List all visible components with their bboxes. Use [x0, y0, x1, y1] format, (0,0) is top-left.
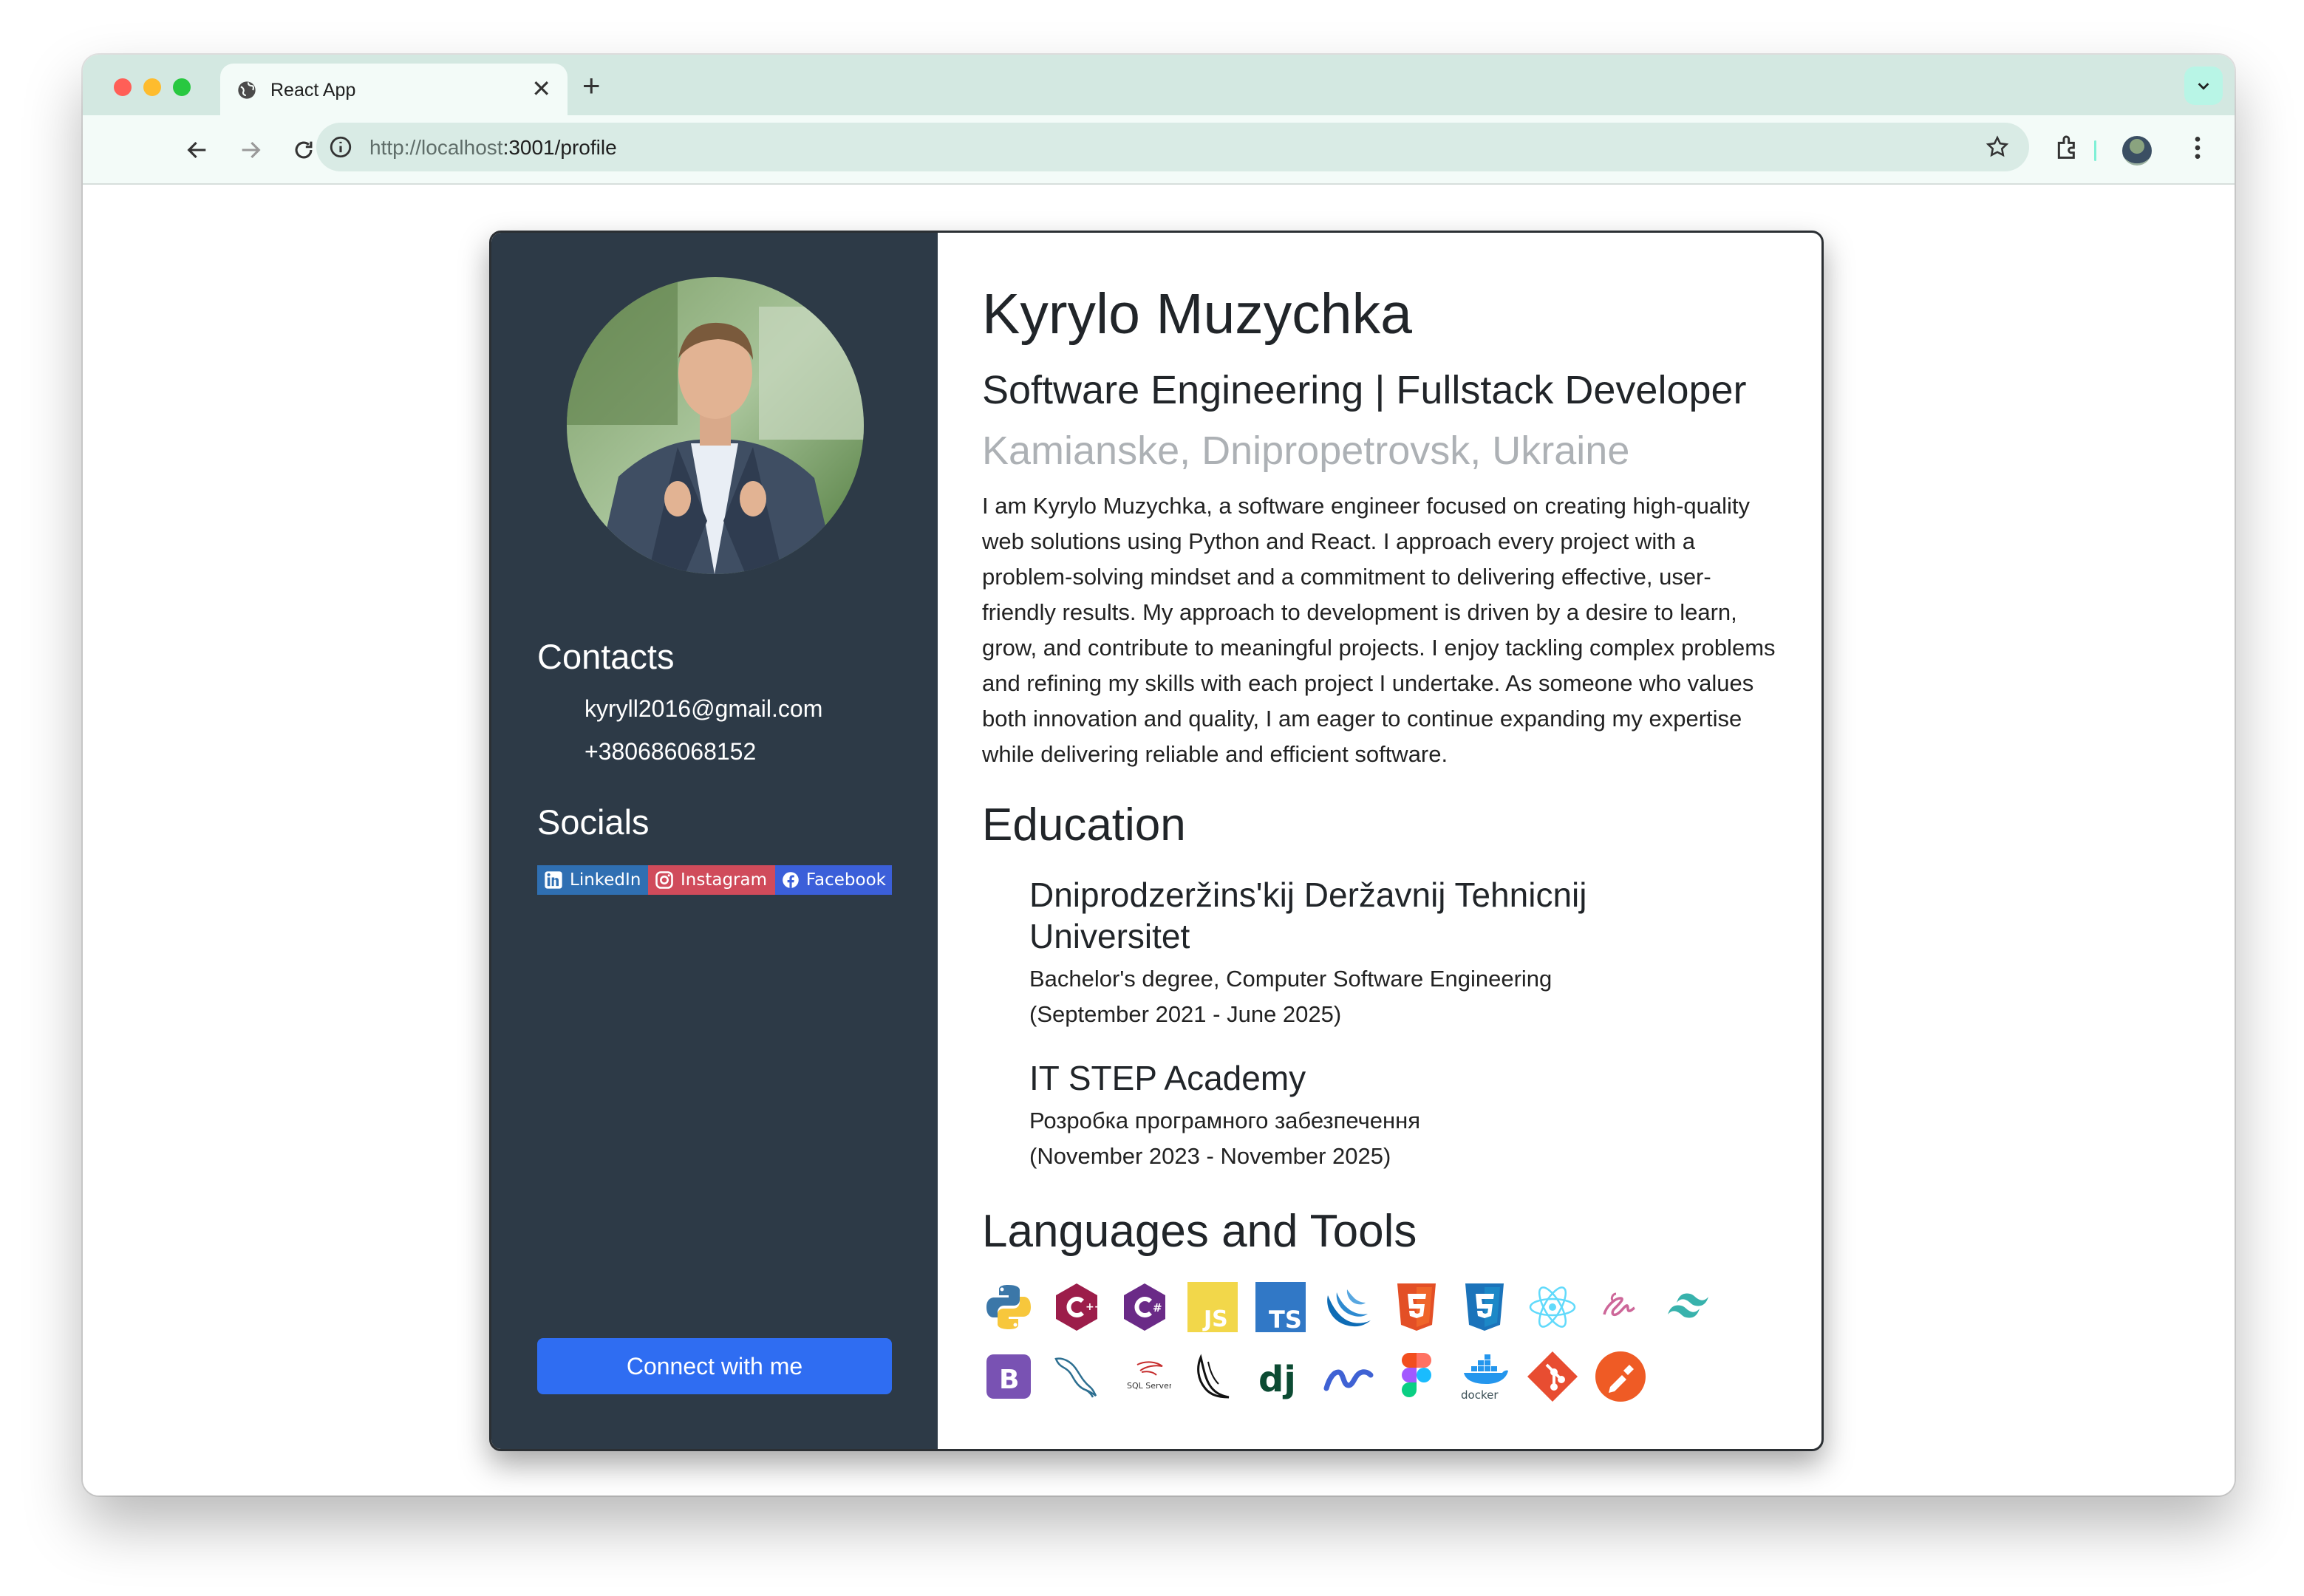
bookmark-star-icon[interactable]	[1985, 134, 2010, 160]
new-tab-button[interactable]: +	[582, 65, 601, 106]
linkedin-icon	[545, 871, 562, 889]
site-info-icon[interactable]	[328, 134, 353, 160]
bootstrap-icon-label: B	[999, 1365, 1019, 1395]
email-link[interactable]: kyryll2016@gmail.com	[584, 695, 822, 723]
instagram-label: Instagram	[681, 870, 768, 890]
browser-window: React App ✕ + http://localhost:3001/prof…	[83, 55, 2235, 1496]
socials-heading: Socials	[537, 802, 650, 842]
education-heading: Education	[982, 799, 1186, 850]
close-window-button[interactable]	[114, 78, 132, 96]
url-path: :3001/profile	[502, 136, 617, 159]
python-icon	[986, 1285, 1031, 1329]
profile-sidebar: Contacts kyryll2016@gmail.com +380686068…	[491, 233, 938, 1449]
url-text: http://localhost:3001/profile	[369, 136, 617, 160]
education-dates-1: (September 2021 - June 2025)	[1029, 1001, 1342, 1027]
csharp-icon: #	[1124, 1283, 1165, 1331]
javascript-icon-label: JS	[1202, 1306, 1228, 1332]
kebab-menu-icon[interactable]	[2183, 133, 2212, 163]
docker-icon: docker	[1461, 1354, 1508, 1402]
forward-arrow-icon[interactable]	[238, 137, 263, 163]
cplusplus-icon: ++	[1056, 1283, 1102, 1331]
instagram-badge[interactable]: Instagram	[648, 865, 775, 895]
phone-link[interactable]: +380686068152	[584, 738, 756, 765]
flask-icon	[1197, 1354, 1230, 1399]
education-degree-1: Bachelor's degree, Computer Software Eng…	[1029, 966, 1553, 992]
tab-title: React App	[270, 80, 356, 100]
postman-icon	[1595, 1351, 1646, 1402]
close-tab-icon[interactable]: ✕	[531, 75, 551, 102]
profile-name: Kyrylo Muzychka	[982, 282, 1412, 346]
extensions-icon[interactable]	[2053, 133, 2082, 163]
docker-icon-label: docker	[1461, 1388, 1499, 1402]
typescript-icon: TS	[1255, 1282, 1306, 1334]
mysql-icon	[1054, 1357, 1097, 1398]
bootstrap-icon: B	[986, 1354, 1031, 1399]
sql-server-icon: SQL Server	[1127, 1361, 1171, 1391]
toolbar-separator	[2094, 140, 2096, 161]
svg-text:++: ++	[1085, 1301, 1102, 1313]
linkedin-badge[interactable]: LinkedIn	[537, 865, 648, 895]
figma-icon	[1402, 1353, 1431, 1397]
css3-icon	[1465, 1283, 1504, 1331]
reload-icon[interactable]	[291, 137, 316, 163]
profile-card: Contacts kyryll2016@gmail.com +380686068…	[489, 231, 1824, 1451]
tab-react-app[interactable]: React App ✕	[220, 64, 568, 115]
education-school-2: IT STEP Academy	[1029, 1059, 1306, 1097]
tools-heading: Languages and Tools	[982, 1206, 1417, 1257]
django-icon: dj	[1258, 1359, 1296, 1400]
back-arrow-icon[interactable]	[185, 137, 210, 163]
profile-bio: I am Kyrylo Muzychka, a software enginee…	[982, 493, 1776, 767]
chevron-down-icon	[2198, 83, 2209, 90]
sass-icon	[1603, 1292, 1635, 1317]
profile-main: Kyrylo Muzychka Software Engineering | F…	[938, 233, 1821, 1449]
linkedin-label: LinkedIn	[570, 870, 641, 890]
education-school-1: Dniprodzeržins'kij Deržavnij Tehnicnij U…	[1029, 876, 1587, 955]
typescript-icon-label: TS	[1269, 1306, 1302, 1334]
connect-button[interactable]: Connect with me	[537, 1338, 892, 1394]
minimize-window-button[interactable]	[143, 78, 161, 96]
profile-photo	[567, 277, 864, 574]
facebook-label: Facebook	[805, 870, 886, 890]
jquery-icon	[1327, 1289, 1371, 1327]
facebook-icon	[783, 872, 799, 888]
social-badges: LinkedIn Instagram Facebook	[537, 865, 892, 895]
education-degree-2: Розробка програмного забезпечення	[1029, 1108, 1421, 1133]
maximize-window-button[interactable]	[173, 78, 191, 96]
git-icon	[1527, 1351, 1578, 1402]
profile-avatar[interactable]	[2122, 136, 2152, 166]
facebook-badge[interactable]: Facebook	[775, 865, 892, 895]
profile-role: Software Engineering | Fullstack Develop…	[982, 368, 1747, 412]
address-bar[interactable]: http://localhost:3001/profile	[316, 123, 2029, 171]
education-dates-2: (November 2023 - November 2025)	[1029, 1143, 1391, 1169]
html5-icon	[1397, 1283, 1436, 1331]
javascript-icon: JS	[1187, 1282, 1238, 1332]
tailwind-icon	[1668, 1293, 1708, 1318]
browser-toolbar: http://localhost:3001/profile	[83, 115, 2235, 185]
svg-text:#: #	[1153, 1301, 1162, 1314]
page-viewport: Contacts kyryll2016@gmail.com +380686068…	[83, 186, 2235, 1496]
nativescript-icon	[1323, 1369, 1374, 1391]
instagram-icon	[655, 871, 673, 889]
profile-location: Kamianske, Dnipropetrovsk, Ukraine	[982, 429, 1630, 473]
react-icon	[1529, 1286, 1576, 1328]
globe-icon	[238, 81, 256, 99]
contacts-heading: Contacts	[537, 637, 675, 676]
django-icon-label: dj	[1258, 1359, 1296, 1400]
url-host: http://localhost	[369, 136, 503, 159]
tab-search-button[interactable]	[2184, 66, 2223, 105]
sql-server-icon-label: SQL Server	[1127, 1381, 1171, 1391]
tab-strip: React App ✕ +	[83, 55, 2235, 115]
